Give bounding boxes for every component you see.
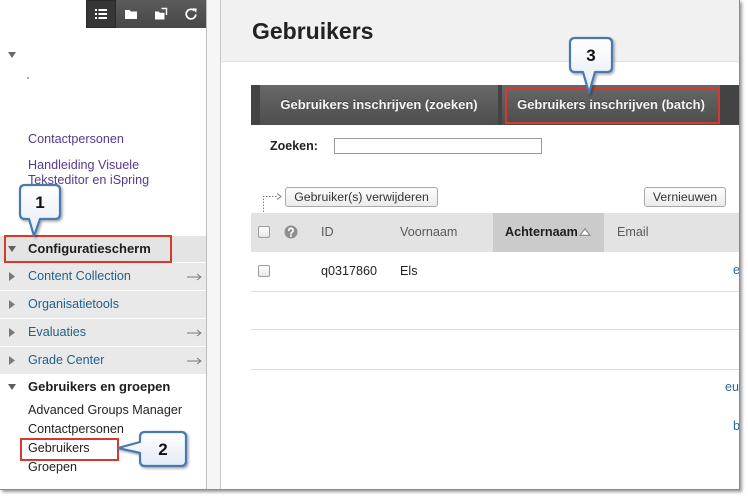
- arrow-right-icon: [187, 329, 202, 337]
- arrow-right-icon: [187, 357, 202, 365]
- cell-voornaam: Els: [400, 264, 418, 278]
- highlight-box-batch-tab: [505, 87, 720, 124]
- users-groups-header[interactable]: Gebruikers en groepen: [28, 377, 170, 397]
- expand-right-triangle-icon: [9, 272, 15, 281]
- clipped-link-fragment[interactable]: b: [733, 419, 739, 434]
- folder-tree-button[interactable]: [146, 0, 176, 28]
- page-title: Gebruikers: [252, 18, 374, 44]
- folder-view-button[interactable]: [116, 0, 146, 28]
- expand-right-triangle-icon: [9, 300, 15, 309]
- column-header-achternaam[interactable]: Achternaam: [493, 213, 604, 252]
- help-icon[interactable]: [284, 225, 298, 239]
- table-row: q0317860 Els: [251, 252, 739, 292]
- control-panel-item-label: Organisatietools: [28, 297, 120, 311]
- sidebar-link-contactpersonen[interactable]: Contactpersonen: [28, 132, 124, 147]
- highlight-box-configuratiescherm: [4, 235, 172, 263]
- tab-enroll-search[interactable]: Gebruikers inschrijven (zoeken): [260, 85, 498, 125]
- list-icon: [95, 9, 107, 19]
- course-menu-toolbar: [86, 0, 206, 28]
- folder-tree-icon: [155, 7, 168, 20]
- refresh-menu-button[interactable]: [176, 0, 206, 28]
- expand-right-triangle-icon: [9, 356, 15, 365]
- sidebar-splitter[interactable]: [207, 0, 220, 489]
- page-header: Gebruikers: [221, 0, 739, 62]
- expand-right-triangle-icon: [9, 328, 15, 337]
- control-panel-item-label: Evaluaties: [28, 325, 87, 339]
- table-header-row: ID Voornaam Achternaam Email: [251, 213, 739, 252]
- control-panel-item-organisatietools[interactable]: Organisatietools: [0, 291, 206, 318]
- select-all-checkbox[interactable]: [258, 226, 270, 238]
- clipped-link-fragment[interactable]: e: [733, 263, 739, 278]
- control-panel-item-content-collection[interactable]: Content Collection: [0, 263, 206, 290]
- column-header-email[interactable]: Email: [617, 213, 649, 252]
- row-checkbox[interactable]: [258, 265, 270, 277]
- control-panel-item-evaluaties[interactable]: Evaluaties: [0, 319, 206, 346]
- list-view-button[interactable]: [86, 0, 116, 28]
- highlight-box-gebruikers: [20, 438, 119, 461]
- table-row-empty: [251, 330, 739, 370]
- column-header-achternaam-label: Achternaam: [505, 213, 591, 252]
- refresh-button[interactable]: Vernieuwen: [644, 187, 726, 207]
- column-header-id[interactable]: ID: [321, 213, 334, 252]
- search-input[interactable]: [334, 138, 542, 154]
- delete-users-button[interactable]: Gebruiker(s) verwijderen: [285, 187, 438, 207]
- section-collapse-icon[interactable]: [8, 52, 16, 58]
- arrow-right-icon: [187, 273, 202, 281]
- sort-ascending-icon: [578, 227, 591, 236]
- sidebar-link-handleiding[interactable]: Handleiding Visuele Teksteditor en iSpri…: [28, 158, 168, 188]
- cell-id: q0317860: [321, 264, 378, 278]
- control-panel-item-label: Grade Center: [28, 353, 105, 367]
- column-header-voornaam[interactable]: Voornaam: [400, 213, 457, 252]
- course-menu-sidebar: Contactpersonen Handleiding Visuele Teks…: [0, 0, 207, 489]
- blackboard-window: Contactpersonen Handleiding Visuele Teks…: [0, 0, 740, 490]
- separator-dot: [27, 77, 29, 79]
- expand-triangle-icon[interactable]: [8, 384, 16, 390]
- control-panel-item-grade-center[interactable]: Grade Center: [0, 347, 206, 374]
- clipped-link-fragment[interactable]: euv: [725, 380, 739, 395]
- refresh-icon: [185, 8, 197, 20]
- bulk-action-arrow-icon: [263, 193, 282, 212]
- column-header-achternaam-text: Achternaam: [505, 225, 578, 239]
- users-table: ID Voornaam Achternaam Email q0317860 El…: [251, 213, 739, 370]
- control-panel-item-label: Content Collection: [28, 269, 131, 283]
- sidebar-item-contactpersonen[interactable]: Contactpersonen: [28, 420, 124, 439]
- search-label: Zoeken:: [270, 139, 318, 153]
- sidebar-item-advanced-groups-manager[interactable]: Advanced Groups Manager: [28, 401, 182, 420]
- table-row-empty: [251, 292, 739, 330]
- folder-icon: [125, 10, 137, 19]
- content-area: Gebruikers Gebruikers inschrijven (zoeke…: [220, 0, 739, 489]
